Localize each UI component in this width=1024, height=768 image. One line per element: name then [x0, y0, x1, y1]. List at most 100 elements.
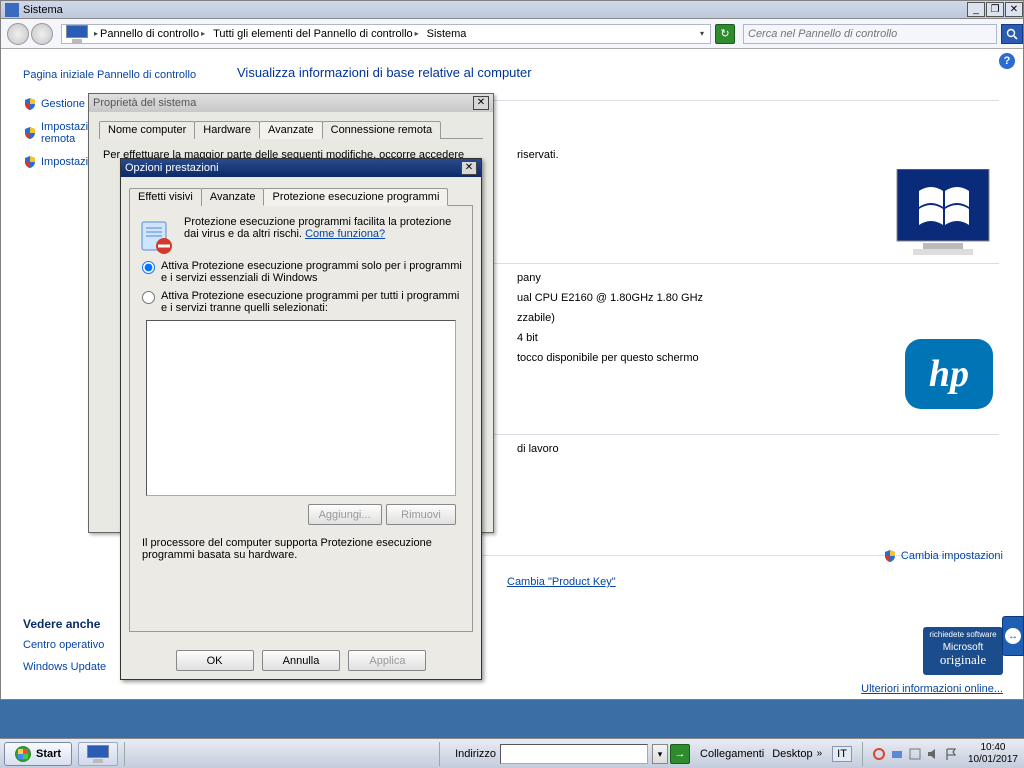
tab-hardware[interactable]: Hardware [194, 121, 260, 139]
minimize-button[interactable]: _ [967, 2, 985, 17]
taskbar-divider [124, 742, 128, 766]
copyright-tail: riservati. [517, 149, 999, 161]
system-icon [5, 3, 19, 17]
cancel-button[interactable]: Annulla [262, 650, 340, 671]
close-icon[interactable]: ✕ [461, 161, 477, 175]
search-icon [1006, 28, 1018, 40]
toolbar: ▸ Pannello di controllo▸ Tutti gli eleme… [1, 19, 1023, 49]
dep-radio-essential[interactable]: Attiva Protezione esecuzione programmi s… [136, 260, 466, 284]
dialog-buttons: OK Annulla Applica [121, 650, 481, 671]
shield-icon [23, 97, 37, 111]
address-label: Indirizzo [455, 748, 496, 760]
apply-button: Applica [348, 650, 426, 671]
links-label: Collegamenti [700, 748, 764, 760]
chevron-icon[interactable]: » [817, 748, 823, 759]
titlebar-buttons: _ ❐ ✕ [966, 2, 1023, 17]
go-button[interactable]: → [670, 744, 690, 764]
address-bar[interactable]: ▸ Pannello di controllo▸ Tutti gli eleme… [61, 24, 711, 44]
hp-logo: hp [905, 339, 993, 409]
system-tray: 10:40 10/01/2017 [870, 742, 1024, 765]
tray-icon[interactable] [890, 747, 904, 761]
tab-advanced[interactable]: Avanzate [201, 188, 265, 206]
dialog-title: Opzioni prestazioni [125, 162, 219, 174]
dialog-tabs: Nome computer Hardware Avanzate Connessi… [99, 120, 483, 139]
tab-computer-name[interactable]: Nome computer [99, 121, 195, 139]
arch-tail: 4 bit [517, 332, 538, 344]
list-buttons: Aggiungi... Rimuovi [136, 504, 466, 525]
see-also-windows-update[interactable]: Windows Update [23, 661, 106, 673]
add-button: Aggiungi... [308, 504, 382, 525]
forward-button[interactable] [31, 23, 53, 45]
more-info-link[interactable]: Ulteriori informazioni online... [861, 683, 1003, 695]
dialog-titlebar[interactable]: Opzioni prestazioni ✕ [121, 159, 481, 177]
change-product-key-link[interactable]: Cambia "Product Key" [507, 576, 616, 588]
see-also-heading: Vedere anche [23, 617, 106, 631]
how-it-works-link[interactable]: Come funziona? [305, 228, 385, 240]
window-title: Sistema [23, 4, 63, 16]
dialog-title: Proprietà del sistema [93, 97, 196, 109]
teamviewer-icon: ↔ [1005, 628, 1021, 644]
dep-support-note: Il processore del computer supporta Prot… [142, 537, 460, 561]
shield-icon [23, 126, 37, 140]
help-icon[interactable]: ? [999, 53, 1015, 69]
dialog-titlebar[interactable]: Proprietà del sistema ✕ [89, 94, 493, 112]
tray-icon[interactable] [872, 747, 886, 761]
change-settings-link[interactable]: Cambia impostazioni [883, 549, 1003, 563]
refresh-button[interactable]: ↻ [715, 24, 735, 44]
dep-exceptions-list[interactable] [146, 320, 456, 496]
radio-input[interactable] [142, 261, 155, 274]
tray-icon[interactable] [908, 747, 922, 761]
breadcrumb-segment[interactable]: Pannello di controllo▸ [100, 28, 207, 40]
system-icon [87, 745, 109, 763]
control-panel-home-link[interactable]: Pagina iniziale Pannello di controllo [23, 69, 205, 81]
volume-icon[interactable] [926, 747, 940, 761]
search-button[interactable] [1001, 24, 1023, 44]
dropdown-icon[interactable]: ▾ [700, 29, 704, 38]
dialog-tabs: Effetti visivi Avanzate Protezione esecu… [129, 187, 473, 206]
taskbar-divider [862, 742, 866, 766]
close-icon[interactable]: ✕ [473, 96, 489, 110]
performance-options-dialog: Opzioni prestazioni ✕ Effetti visivi Ava… [120, 158, 482, 680]
search-box[interactable] [743, 24, 997, 44]
taskbar-address-input[interactable] [500, 744, 648, 764]
dropdown-icon[interactable]: ▾ [652, 744, 668, 764]
dep-description: Protezione esecuzione programmi facilita… [136, 216, 466, 240]
back-button[interactable] [7, 23, 29, 45]
cpu-value: ual CPU E2160 @ 1.80GHz 1.80 GHz [517, 292, 703, 304]
touch-value: tocco disponibile per questo schermo [517, 352, 699, 364]
page-heading: Visualizza informazioni di base relative… [237, 65, 999, 80]
chevron-right-icon[interactable]: ▸ [94, 29, 98, 38]
start-orb-icon [15, 746, 31, 762]
search-input[interactable] [744, 28, 996, 40]
tab-remote[interactable]: Connessione remota [322, 121, 442, 139]
start-button[interactable]: Start [4, 742, 72, 766]
teamviewer-tab[interactable]: ↔ [1002, 616, 1024, 656]
dep-radio-all[interactable]: Attiva Protezione esecuzione programmi p… [136, 290, 466, 314]
ram-tail: zzabile) [517, 312, 555, 324]
titlebar: Sistema _ ❐ ✕ [1, 1, 1023, 19]
close-button[interactable]: ✕ [1005, 2, 1023, 17]
tab-advanced[interactable]: Avanzate [259, 121, 323, 139]
clock[interactable]: 10:40 10/01/2017 [968, 742, 1018, 765]
taskbar-item[interactable] [78, 742, 118, 766]
breadcrumb-segment[interactable]: Tutti gli elementi del Pannello di contr… [213, 28, 421, 40]
maximize-button[interactable]: ❐ [986, 2, 1004, 17]
desktop-link[interactable]: Desktop [772, 748, 812, 760]
language-indicator[interactable]: IT [832, 746, 852, 762]
dep-shield-icon [138, 220, 174, 256]
manufacturer-tail: pany [517, 272, 541, 284]
windows-logo [893, 169, 993, 261]
computer-icon [66, 25, 88, 43]
ms-genuine-badge[interactable]: richiedete software Microsoft originale [923, 627, 1003, 675]
see-also-action-center[interactable]: Centro operativo [23, 639, 106, 651]
dep-panel: Protezione esecuzione programmi facilita… [129, 206, 473, 632]
flag-icon[interactable] [944, 747, 958, 761]
taskbar: Start Indirizzo ▾ → Collegamenti Desktop… [0, 738, 1024, 768]
tab-dep[interactable]: Protezione esecuzione programmi [263, 188, 448, 206]
shield-icon [883, 549, 897, 563]
tab-visual-effects[interactable]: Effetti visivi [129, 188, 202, 206]
breadcrumb-segment[interactable]: Sistema [427, 28, 467, 40]
ok-button[interactable]: OK [176, 650, 254, 671]
shield-icon [23, 155, 37, 169]
radio-input[interactable] [142, 291, 155, 304]
